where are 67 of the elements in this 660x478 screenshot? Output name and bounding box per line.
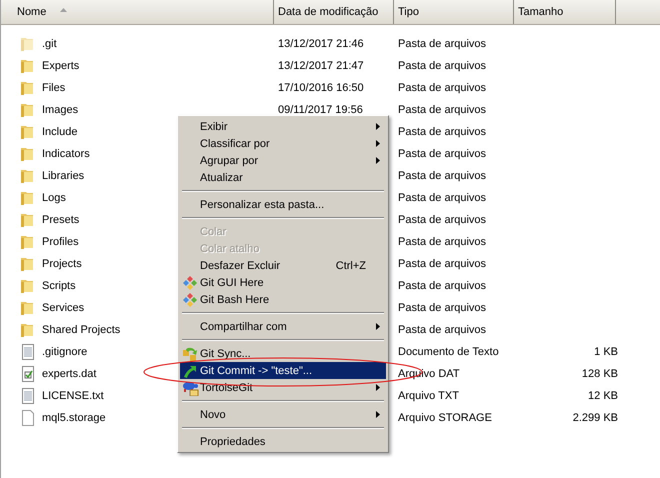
menu-item[interactable]: Atualizar <box>180 169 386 186</box>
diamond-icon <box>182 292 198 308</box>
menu-item[interactable]: Desfazer Excluir Ctrl+Z <box>180 257 386 274</box>
file-type: Pasta de arquivos <box>398 126 486 138</box>
file-name[interactable]: Images <box>42 104 78 116</box>
file-size: 128 KB <box>582 368 618 380</box>
file-name[interactable]: Logs <box>42 192 66 204</box>
file-name[interactable]: Profiles <box>42 236 79 248</box>
column-header[interactable]: Tamanho <box>514 0 616 24</box>
shortcut-text: Ctrl+Z <box>336 260 366 272</box>
column-header[interactable]: Tipo <box>394 0 514 24</box>
menu-item[interactable]: Compartilhar com <box>180 318 386 335</box>
file-name[interactable]: Include <box>42 126 78 138</box>
menu-item[interactable]: Classificar por <box>180 135 386 152</box>
file-type: Pasta de arquivos <box>398 324 486 336</box>
file-type: Arquivo STORAGE <box>398 412 492 424</box>
file-type: Pasta de arquivos <box>398 302 486 314</box>
file-name[interactable]: .git <box>42 38 57 50</box>
modified-date: 13/12/2017 21:47 <box>278 60 364 72</box>
tortoise-icon <box>181 380 199 396</box>
file-name[interactable]: Experts <box>42 60 80 72</box>
menu-item[interactable]: TortoiseGit <box>180 379 386 396</box>
file-type: Pasta de arquivos <box>398 192 486 204</box>
menu-item[interactable]: Agrupar por <box>180 152 386 169</box>
file-type: Pasta de arquivos <box>398 170 486 182</box>
file-name[interactable]: Files <box>42 82 66 94</box>
menu-item[interactable]: Git GUI Here <box>180 274 386 291</box>
file-name[interactable]: Libraries <box>42 170 84 182</box>
menu-item[interactable]: Git Commit -> "teste"... <box>180 362 386 379</box>
menu-item[interactable]: Propriedades <box>180 433 386 450</box>
file-type: Pasta de arquivos <box>398 104 486 116</box>
file-type: Pasta de arquivos <box>398 60 486 72</box>
column-header[interactable]: Data de modificação <box>274 0 394 24</box>
file-size: 12 KB <box>588 390 618 402</box>
sync-icon <box>182 346 198 362</box>
file-name[interactable]: .gitignore <box>42 346 88 358</box>
file-size: 2.299 KB <box>572 412 618 424</box>
file-type: Arquivo TXT <box>398 390 459 402</box>
file-type: Pasta de arquivos <box>398 236 486 248</box>
file-name[interactable]: Scripts <box>42 280 76 292</box>
file-type: Documento de Texto <box>398 346 499 358</box>
file-size: 1 KB <box>594 346 618 358</box>
file-type: Pasta de arquivos <box>398 280 486 292</box>
file-type: Pasta de arquivos <box>398 38 486 50</box>
modified-date: 17/10/2016 16:50 <box>278 82 364 94</box>
file-type: Pasta de arquivos <box>398 258 486 270</box>
file-name[interactable]: mql5.storage <box>42 412 106 424</box>
diamond-icon <box>182 274 198 290</box>
file-name[interactable]: Services <box>42 302 84 314</box>
file-type: Pasta de arquivos <box>398 148 486 160</box>
sort-ascending-icon <box>60 8 68 12</box>
modified-date: 09/11/2017 19:56 <box>278 104 363 116</box>
file-name[interactable]: Indicators <box>42 148 90 160</box>
file-name[interactable]: Shared Projects <box>42 324 120 336</box>
menu-item[interactable]: Novo <box>180 406 386 423</box>
file-name[interactable]: Presets <box>42 214 80 226</box>
file-name[interactable]: LICENSE.txt <box>42 390 104 402</box>
file-name[interactable]: Projects <box>42 258 82 270</box>
file-type: Pasta de arquivos <box>398 82 486 94</box>
file-name[interactable]: experts.dat <box>42 368 96 380</box>
file-type: Pasta de arquivos <box>398 214 486 226</box>
menu-item[interactable]: Git Sync... <box>180 345 386 362</box>
menu-item[interactable]: Git Bash Here <box>180 291 386 308</box>
column-header[interactable]: Nome <box>1 0 274 24</box>
menu-item[interactable]: Personalizar esta pasta... <box>180 196 386 213</box>
modified-date: 13/12/2017 21:46 <box>278 38 364 50</box>
menu-item[interactable]: Exibir <box>180 118 386 135</box>
